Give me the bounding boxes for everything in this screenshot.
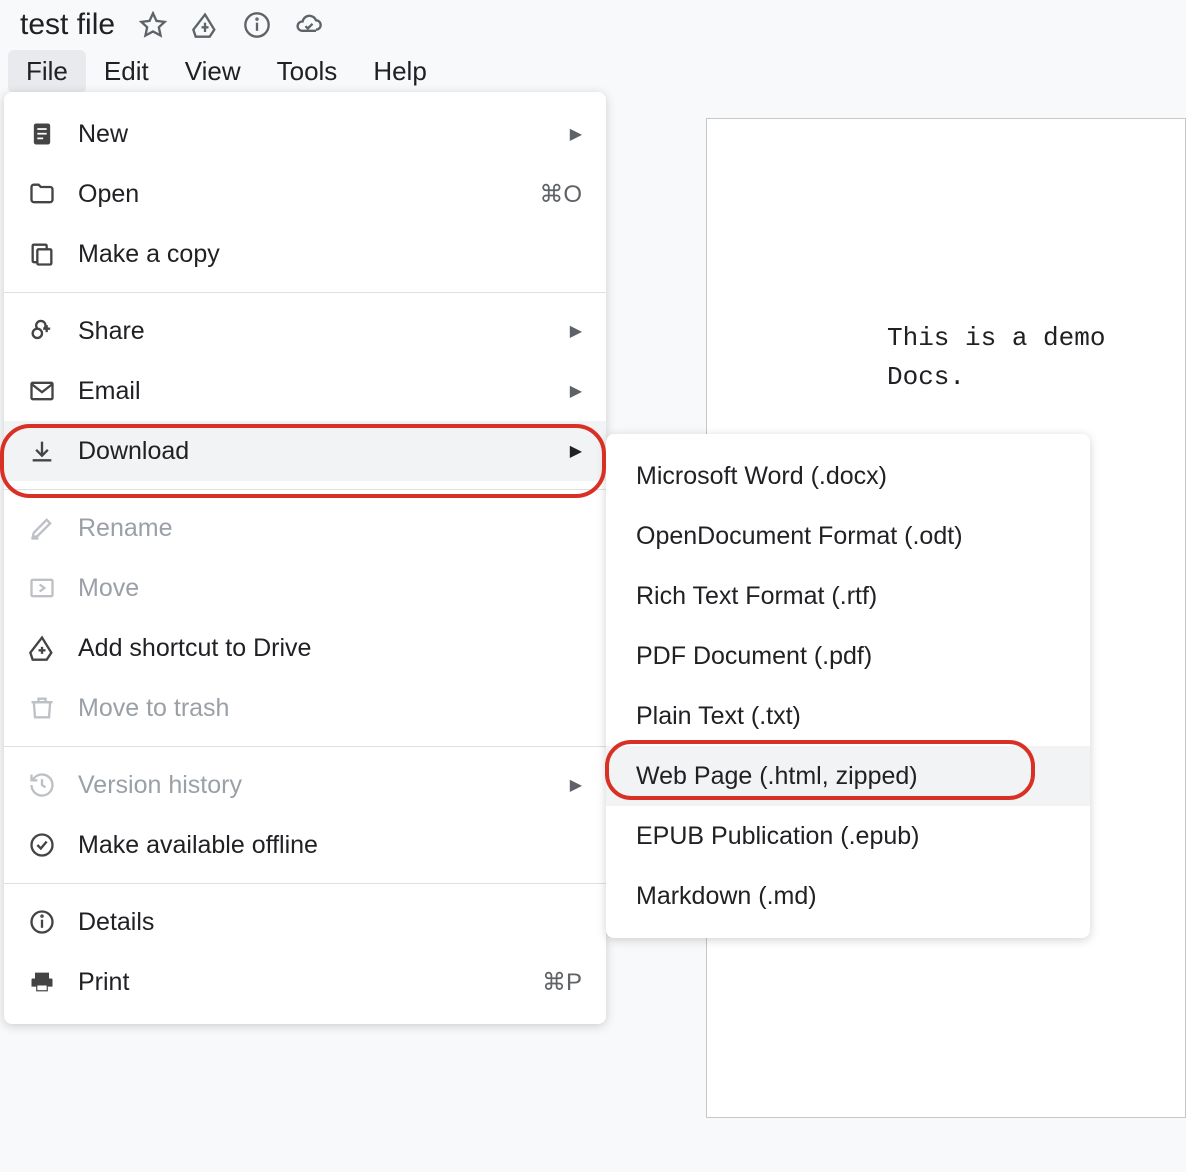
chevron-right-icon: ▶ [570,775,582,795]
doc-header: test file [0,0,1186,46]
submenu-txt[interactable]: Plain Text (.txt) [606,686,1090,746]
history-icon [28,771,56,799]
menu-label: Open [78,180,539,209]
star-icon[interactable] [139,11,167,39]
menu-label: Move [78,574,582,603]
email-icon [28,377,56,405]
menu-email[interactable]: Email ▶ [4,361,606,421]
menubar-file[interactable]: File [8,50,86,93]
chevron-right-icon: ▶ [570,321,582,341]
menu-label: Rename [78,514,582,543]
menu-divider [4,883,606,884]
submenu-docx[interactable]: Microsoft Word (.docx) [606,446,1090,506]
menu-label: Add shortcut to Drive [78,634,582,663]
drive-add-icon [28,634,56,662]
menu-add-shortcut[interactable]: Add shortcut to Drive [4,618,606,678]
document-icon [28,120,56,148]
download-icon [28,437,56,465]
menu-make-copy[interactable]: Make a copy [4,224,606,284]
menu-version-history: Version history ▶ [4,755,606,815]
menu-divider [4,746,606,747]
share-icon [28,317,56,345]
menu-new[interactable]: New ▶ [4,104,606,164]
menubar-help[interactable]: Help [355,50,444,93]
menu-details[interactable]: Details [4,892,606,952]
chevron-right-icon: ▶ [570,124,582,144]
move-icon [28,574,56,602]
menu-make-offline[interactable]: Make available offline [4,815,606,875]
menu-rename: Rename [4,498,606,558]
menu-move-trash: Move to trash [4,678,606,738]
menu-label: Email [78,377,560,406]
menu-label: Download [78,437,560,466]
cloud-icon[interactable] [295,11,323,39]
menu-divider [4,292,606,293]
print-icon [28,968,56,996]
menu-print[interactable]: Print ⌘P [4,952,606,1012]
menubar-edit[interactable]: Edit [86,50,167,93]
menu-label: Print [78,968,542,997]
file-menu: New ▶ Open ⌘O Make a copy Share ▶ Email … [4,92,606,1024]
menu-open[interactable]: Open ⌘O [4,164,606,224]
menubar-view[interactable]: View [167,50,259,93]
menu-move: Move [4,558,606,618]
folder-icon [28,180,56,208]
chevron-right-icon: ▶ [570,441,582,461]
doc-title[interactable]: test file [20,8,115,42]
menu-label: New [78,120,560,149]
copy-icon [28,240,56,268]
menu-label: Make available offline [78,831,582,860]
menu-share[interactable]: Share ▶ [4,301,606,361]
menu-label: Share [78,317,560,346]
submenu-html[interactable]: Web Page (.html, zipped) [606,746,1090,806]
menu-shortcut: ⌘P [542,968,582,997]
submenu-odt[interactable]: OpenDocument Format (.odt) [606,506,1090,566]
submenu-rtf[interactable]: Rich Text Format (.rtf) [606,566,1090,626]
download-submenu: Microsoft Word (.docx) OpenDocument Form… [606,434,1090,938]
document-text: This is a demo Docs. [887,319,1185,397]
pencil-icon [28,514,56,542]
menu-divider [4,489,606,490]
chevron-right-icon: ▶ [570,381,582,401]
submenu-md[interactable]: Markdown (.md) [606,866,1090,926]
submenu-epub[interactable]: EPUB Publication (.epub) [606,806,1090,866]
info-icon [28,908,56,936]
menu-label: Make a copy [78,240,582,269]
menubar-tools[interactable]: Tools [259,50,356,93]
menu-shortcut: ⌘O [539,180,582,209]
submenu-pdf[interactable]: PDF Document (.pdf) [606,626,1090,686]
menu-label: Move to trash [78,694,582,723]
move-to-drive-icon[interactable] [191,11,219,39]
trash-icon [28,694,56,722]
menu-label: Details [78,908,582,937]
menu-label: Version history [78,771,560,800]
offline-icon [28,831,56,859]
info-icon[interactable] [243,11,271,39]
menu-download[interactable]: Download ▶ [4,421,606,481]
